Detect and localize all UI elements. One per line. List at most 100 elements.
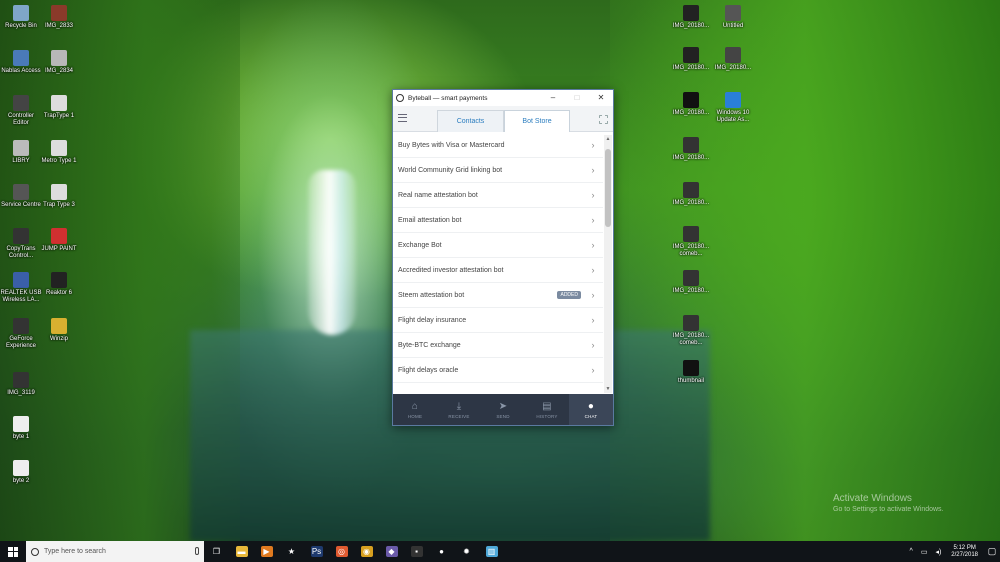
- taskbar-app-button[interactable]: ▶: [254, 541, 279, 562]
- bot-list-item[interactable]: Flight delay insurance ›: [393, 308, 603, 333]
- scroll-down-icon[interactable]: ▼: [604, 385, 612, 393]
- document-icon: [13, 460, 29, 476]
- bot-list-item[interactable]: Steem attestation bot ADDED ›: [393, 283, 603, 308]
- desktop-icon[interactable]: Reaktor 6: [38, 272, 80, 297]
- desktop-icon[interactable]: Nablas Access: [0, 50, 42, 75]
- nav-chat[interactable]: ● CHAT: [569, 394, 613, 425]
- desktop-icon-label: byte 2: [12, 478, 30, 484]
- bot-list-item[interactable]: Real name attestation bot ›: [393, 183, 603, 208]
- nav-send[interactable]: ➤ SEND: [481, 394, 525, 425]
- bot-list-item[interactable]: Flight delays oracle ›: [393, 358, 603, 383]
- taskbar-app-button[interactable]: ◉: [354, 541, 379, 562]
- desktop-icon[interactable]: REALTEK USB Wireless LA...: [0, 272, 42, 304]
- desktop-icon-label: IMG_20180...: [672, 65, 710, 71]
- desktop-icon[interactable]: IMG_20180...: [670, 137, 712, 162]
- desktop-icon[interactable]: thumbnail: [670, 360, 712, 385]
- taskbar-app-button[interactable]: ◎: [329, 541, 354, 562]
- list-scrollbar[interactable]: ▲ ▼: [604, 135, 612, 393]
- desktop-icon[interactable]: IMG_20180...: [670, 182, 712, 207]
- desktop-icon[interactable]: IMG_2833: [38, 5, 80, 30]
- recycle-bin-icon: [13, 5, 29, 21]
- image-file-icon: [725, 5, 741, 21]
- desktop-icon[interactable]: Windows 10 Update As...: [712, 92, 754, 124]
- bot-list-item[interactable]: Email attestation bot ›: [393, 208, 603, 233]
- bot-list-item[interactable]: Buy Bytes with Visa or Mastercard ›: [393, 133, 603, 158]
- bot-list-item[interactable]: Accredited investor attestation bot ›: [393, 258, 603, 283]
- desktop-icon[interactable]: LIBRY: [0, 140, 42, 165]
- bot-list-item[interactable]: World Community Grid linking bot ›: [393, 158, 603, 183]
- desktop-icon[interactable]: Metro Type 1: [38, 140, 80, 165]
- window-titlebar[interactable]: Byteball — smart payments – □ ✕: [393, 90, 613, 106]
- hamburger-menu-icon[interactable]: [398, 114, 407, 122]
- nav-label: SEND: [496, 413, 510, 419]
- scrollbar-thumb[interactable]: [605, 149, 611, 227]
- desktop-icon[interactable]: Service Centre: [0, 184, 42, 209]
- taskbar-app-button[interactable]: Ps: [304, 541, 329, 562]
- network-icon[interactable]: ▭: [921, 548, 928, 556]
- desktop-icon[interactable]: IMG_20180...: [712, 47, 754, 72]
- taskbar-app-button[interactable]: ▬: [229, 541, 254, 562]
- tab-contacts[interactable]: Contacts: [437, 110, 504, 132]
- desktop-icon[interactable]: GeForce Experience: [0, 318, 42, 350]
- taskbar-app-button[interactable]: ★: [279, 541, 304, 562]
- volume-icon[interactable]: ◂): [935, 548, 941, 556]
- nav-history[interactable]: ▤ HISTORY: [525, 394, 569, 425]
- desktop-icon[interactable]: TrapType 1: [38, 95, 80, 120]
- desktop-icon[interactable]: IMG_2834: [38, 50, 80, 75]
- desktop-icon[interactable]: Controller Editor: [0, 95, 42, 127]
- desktop-icon[interactable]: IMG_20180...: [670, 5, 712, 30]
- nav-receive[interactable]: ⤓ RECEIVE: [437, 394, 481, 425]
- bot-list-item[interactable]: Exchange Bot ›: [393, 233, 603, 258]
- image-file-icon: [683, 270, 699, 286]
- maximize-button[interactable]: □: [565, 90, 589, 106]
- expand-icon[interactable]: [599, 115, 608, 124]
- file-explorer-icon: ▬: [235, 546, 248, 557]
- start-button[interactable]: [0, 541, 26, 562]
- taskbar-app-button[interactable]: ◆: [379, 541, 404, 562]
- desktop-icon[interactable]: IMG_20180...: [670, 270, 712, 295]
- activation-title: Activate Windows: [833, 493, 912, 504]
- microphone-icon[interactable]: [195, 547, 199, 555]
- desktop-icon[interactable]: byte 1: [0, 416, 42, 441]
- taskbar-search-box[interactable]: Type here to search: [26, 541, 204, 562]
- desktop-icon[interactable]: JUMP PAINT: [38, 228, 80, 253]
- desktop-icon[interactable]: Untitled: [712, 5, 754, 30]
- desktop-icon[interactable]: Recycle Bin: [0, 5, 42, 30]
- taskbar-app-button[interactable]: ❐: [204, 541, 229, 562]
- bottom-navigation: ⌂ HOME ⤓ RECEIVE ➤ SEND ▤ HISTORY ● CHAT: [393, 394, 613, 425]
- desktop-icon[interactable]: byte 2: [0, 460, 42, 485]
- gear-icon: [13, 184, 29, 200]
- bot-list-item[interactable]: Byte-BTC exchange ›: [393, 333, 603, 358]
- taskbar-app-button[interactable]: ✹: [454, 541, 479, 562]
- action-center-icon[interactable]: ▢: [984, 541, 1000, 562]
- desktop-icon-label: Untitled: [722, 23, 744, 29]
- minimize-button[interactable]: –: [541, 90, 565, 106]
- desktop-icon[interactable]: Trap Type 3: [38, 184, 80, 209]
- desktop-icon[interactable]: IMG_20180...: [670, 47, 712, 72]
- chevron-right-icon: ›: [591, 140, 595, 150]
- taskbar-app-button[interactable]: ▪: [404, 541, 429, 562]
- close-button[interactable]: ✕: [589, 90, 613, 106]
- document-icon: [13, 416, 29, 432]
- desktop-icon[interactable]: IMG_3119: [0, 372, 42, 397]
- desktop-icon[interactable]: IMG_20180...: [670, 92, 712, 117]
- taskbar-app-button[interactable]: ●: [429, 541, 454, 562]
- desktop-icon[interactable]: IMG_20180... comeb...: [670, 315, 712, 347]
- taskbar: Type here to search ❐ ▬ ▶ ★ Ps ◎ ◉ ◆ ▪ ● ✹ ▥ ^ ▭ ◂)…: [0, 541, 1000, 562]
- tab-bot-store[interactable]: Bot Store: [504, 110, 570, 132]
- desktop-icon[interactable]: CopyTrans Control...: [0, 228, 42, 260]
- document-icon: [51, 95, 67, 111]
- desktop-icon-label: Service Centre: [1, 202, 41, 208]
- desktop-icon[interactable]: Winzip: [38, 318, 80, 343]
- scroll-up-icon[interactable]: ▲: [604, 135, 612, 143]
- clock[interactable]: 5:12 PM 2/27/2018: [951, 545, 978, 559]
- nav-home[interactable]: ⌂ HOME: [393, 394, 437, 425]
- show-hidden-icons-icon[interactable]: ^: [910, 548, 913, 555]
- desktop-icon-label: IMG_2834: [44, 68, 74, 74]
- desktop-icon-label: Controller Editor: [7, 113, 34, 126]
- window-title: Byteball — smart payments: [408, 94, 488, 102]
- taskbar-app-button[interactable]: ▥: [479, 541, 504, 562]
- nav-label: HOME: [407, 413, 423, 419]
- byteball-window[interactable]: Byteball — smart payments – □ ✕ Contacts…: [392, 89, 614, 426]
- desktop-icon[interactable]: IMG_20180... comeb...: [670, 226, 712, 258]
